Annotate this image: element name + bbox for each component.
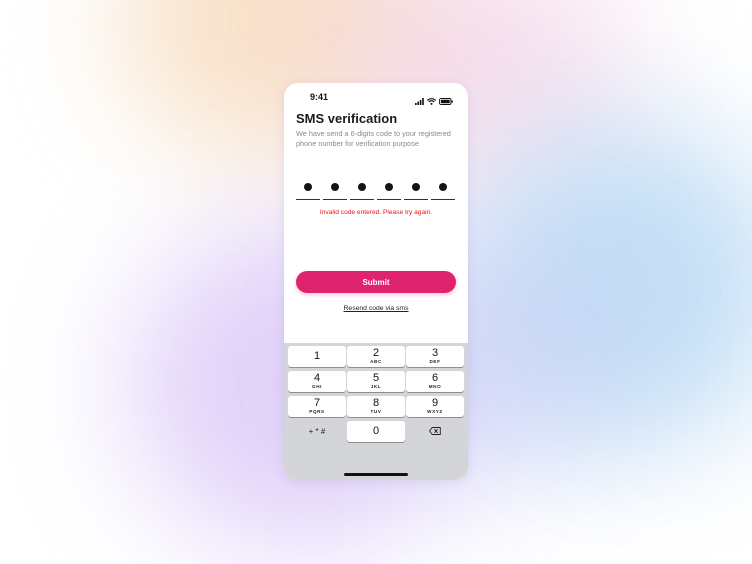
key-letters: DEF xyxy=(429,359,441,364)
filled-dot-icon xyxy=(412,183,420,191)
page-subtitle: We have send a 6-digits code to your reg… xyxy=(296,129,451,148)
backspace-icon xyxy=(429,426,441,437)
key-digit: 2 xyxy=(372,347,380,359)
key-3[interactable]: 3 DEF xyxy=(406,346,464,367)
filled-dot-icon xyxy=(331,183,339,191)
filled-dot-icon xyxy=(385,183,393,191)
status-icons xyxy=(415,92,453,110)
wifi-icon xyxy=(426,92,437,110)
filled-dot-icon xyxy=(304,183,312,191)
battery-icon xyxy=(439,92,453,110)
key-0[interactable]: 0 xyxy=(347,421,405,442)
key-letters: MNO xyxy=(428,384,442,389)
key-4[interactable]: 4 GHI xyxy=(288,371,346,392)
otp-digit-field[interactable] xyxy=(296,181,320,200)
otp-digit-field[interactable] xyxy=(350,181,374,200)
page-title: SMS verification xyxy=(296,111,398,126)
filled-dot-icon xyxy=(358,183,366,191)
key-letters: GHI xyxy=(312,384,322,389)
otp-digit-field[interactable] xyxy=(377,181,401,200)
filled-dot-icon xyxy=(439,183,447,191)
key-letters: ABC xyxy=(370,359,382,364)
key-digit: 3 xyxy=(431,347,439,359)
key-5[interactable]: 5 JKL xyxy=(347,371,405,392)
home-indicator xyxy=(344,473,408,476)
key-8[interactable]: 8 TUV xyxy=(347,396,405,417)
key-2[interactable]: 2 ABC xyxy=(347,346,405,367)
key-1[interactable]: 1 xyxy=(288,346,346,367)
key-6[interactable]: 6 MNO xyxy=(406,371,464,392)
key-letters: PQRS xyxy=(309,409,325,414)
delete-key[interactable] xyxy=(406,421,464,442)
otp-digit-field[interactable] xyxy=(323,181,347,200)
status-bar: 9:41 xyxy=(284,83,468,111)
submit-button[interactable]: Submit xyxy=(296,271,456,293)
numeric-keypad: 1 2 ABC 3 DEF 4 GHI 5 JKL 6 MNO 7 PQRS 8 TUV 9W… xyxy=(284,343,468,480)
key-letters: JKL xyxy=(370,384,382,389)
error-message: Invalid code entered. Please try again. xyxy=(319,209,433,216)
phone-screen: 9:41 SMS verification We have send a 6-d… xyxy=(284,83,468,480)
key-digit: 8 xyxy=(372,397,380,409)
key-digit: 7 xyxy=(313,397,321,409)
signal-icon xyxy=(415,92,424,110)
otp-digit-field[interactable] xyxy=(431,181,455,200)
status-time: 9:41 xyxy=(310,92,329,102)
key-digit: 0 xyxy=(372,425,380,437)
key-7[interactable]: 7 PQRS xyxy=(288,396,346,417)
key-digit: 1 xyxy=(313,350,321,362)
resend-code-link[interactable]: Resend code via sms xyxy=(284,305,468,312)
key-9[interactable]: 9 WXYZ xyxy=(406,396,464,417)
key-digit: 5 xyxy=(372,372,380,384)
key-digit: 9 xyxy=(431,397,439,409)
otp-input-group[interactable] xyxy=(296,181,455,200)
key-letters: TUV xyxy=(370,409,382,414)
key-digit: 6 xyxy=(431,372,439,384)
symbols-key[interactable]: + * # xyxy=(288,421,346,442)
key-letters: WXYZ xyxy=(427,409,443,414)
otp-digit-field[interactable] xyxy=(404,181,428,200)
key-digit: 4 xyxy=(313,372,321,384)
